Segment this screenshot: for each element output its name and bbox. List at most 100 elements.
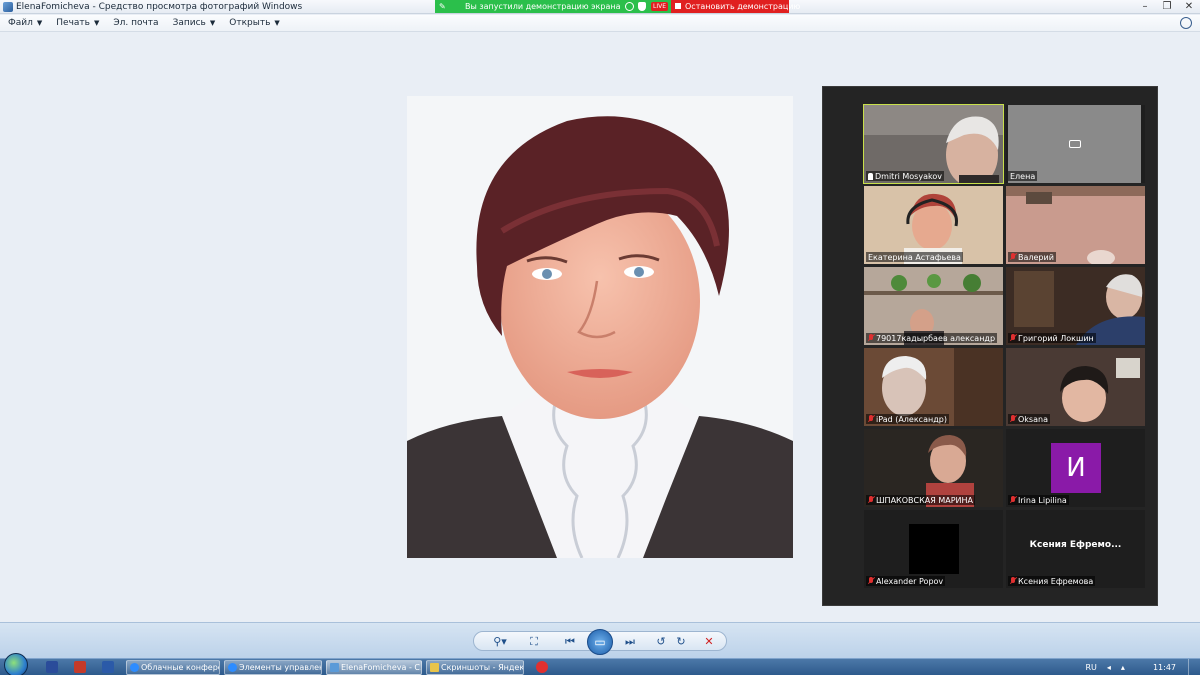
photo-viewer-icon <box>3 2 13 12</box>
participant-name-text: Oksana <box>1018 414 1048 424</box>
video-tile[interactable]: iPad (Александр) <box>864 348 1003 426</box>
video-tile[interactable]: Dmitri Mosyakov <box>863 104 1004 184</box>
clock[interactable]: 11:47 <box>1153 663 1176 672</box>
yandex-browser-icon[interactable] <box>536 661 548 673</box>
video-tile[interactable]: Екатерина Астафьева <box>864 186 1003 264</box>
portrait-image <box>407 96 793 558</box>
participant-name: Григорий Локшин <box>1008 333 1096 343</box>
taskbar-item[interactable]: Облачные конфере... <box>126 660 220 675</box>
network-icon[interactable]: ▴ <box>1121 663 1125 672</box>
menu-print[interactable]: Печать ▼ <box>56 18 99 28</box>
maximize-button[interactable]: ❐ <box>1160 1 1174 13</box>
video-tile[interactable]: Ксения Ефремо... Ксения Ефремова <box>1006 510 1145 588</box>
stop-share-label: Остановить демонстрацию <box>685 2 801 11</box>
pin-icon[interactable]: ✎ <box>439 0 446 13</box>
next-button[interactable]: ⏭ <box>622 634 638 650</box>
mic-off-icon <box>1010 577 1016 585</box>
video-tile[interactable]: Елена <box>1006 105 1145 183</box>
participant-name-text: Alexander Popov <box>876 576 944 586</box>
share-message: Вы запустили демонстрацию экрана <box>465 2 621 11</box>
app-icon[interactable] <box>74 661 86 673</box>
video-tile[interactable]: Валерий <box>1006 186 1145 264</box>
video-tile[interactable]: Oksana <box>1006 348 1145 426</box>
participant-display-name: Ксения Ефремо... <box>1029 540 1122 550</box>
taskbar-item[interactable]: Скриншоты - Яндек... <box>426 660 524 675</box>
video-tile[interactable]: И Irina Lipilina <box>1006 429 1145 507</box>
zoom-icon <box>130 663 139 672</box>
participant-name: Alexander Popov <box>866 576 946 586</box>
participant-name: Елена <box>1008 171 1038 181</box>
mic-off-icon <box>1010 415 1016 423</box>
rotate-right-button[interactable]: ↻ <box>674 634 688 650</box>
window-title: ElenaFomicheva - Средство просмотра фото… <box>16 2 303 12</box>
toolbar-controls: ⚲▾ ⛶ ⏮ ▭ ⏭ ↺ ↻ ✕ <box>473 629 727 655</box>
video-tile[interactable]: ШПАКОВСКАЯ МАРИНА <box>864 429 1003 507</box>
taskbar-item-label: Скриншоты - Яндек... <box>441 663 524 672</box>
shield-icon[interactable] <box>638 2 646 11</box>
security-icon[interactable] <box>625 2 634 11</box>
video-tile[interactable]: Alexander Popov <box>864 510 1003 588</box>
mic-off-icon <box>1010 496 1016 504</box>
chevron-down-icon: ▼ <box>93 19 100 27</box>
participant-name-text: Валерий <box>1018 252 1054 262</box>
participant-name: Екатерина Астафьева <box>866 252 963 262</box>
participant-name: 79017кадырбаев александр <box>866 333 998 343</box>
participant-name-text: iPad (Александр) <box>876 414 947 424</box>
portrait-photo <box>407 96 793 558</box>
start-button[interactable] <box>4 653 28 675</box>
menu-email-label: Эл. почта <box>113 18 159 28</box>
menu-email[interactable]: Эл. почта <box>113 18 158 28</box>
menu-burn[interactable]: Запись ▼ <box>173 18 216 28</box>
video-tile[interactable]: Григорий Локшин <box>1006 267 1145 345</box>
taskbar-item[interactable]: Элементы управлен... <box>224 660 322 675</box>
show-desktop-button[interactable] <box>1188 659 1200 675</box>
system-tray: RU ◂ ▴ 11:47 <box>1085 659 1176 675</box>
viewer-toolbar: ⚲▾ ⛶ ⏮ ▭ ⏭ ↺ ↻ ✕ <box>0 622 1200 658</box>
participant-name-text: 79017кадырбаев александр <box>876 333 996 343</box>
close-button[interactable]: ✕ <box>1182 1 1196 13</box>
chevron-down-icon: ▼ <box>274 19 280 27</box>
camera-off-icon <box>1069 140 1081 148</box>
screen-share-bar: ✎ Вы запустили демонстрацию экрана LIVE … <box>435 0 800 13</box>
participant-name-text: Григорий Локшин <box>1018 333 1094 343</box>
menu-print-label: Печать <box>56 18 90 28</box>
word-icon[interactable] <box>102 661 114 673</box>
participant-name: Oksana <box>1008 414 1050 424</box>
taskbar-item[interactable]: ElenaFomicheva - С... <box>326 660 422 675</box>
zoom-button[interactable]: ⚲▾ <box>488 634 512 650</box>
video-gallery: Dmitri Mosyakov Елена Екатерина Астафьев… <box>822 86 1158 606</box>
participant-name-text: Ксения Ефремова <box>1018 576 1094 586</box>
taskbar-item-label: Элементы управлен... <box>239 663 321 672</box>
language-indicator[interactable]: RU <box>1085 663 1096 672</box>
stop-icon <box>675 3 681 9</box>
menu-file[interactable]: Файл ▼ <box>8 18 42 28</box>
folder-icon <box>430 663 439 672</box>
stop-share-button[interactable]: Остановить демонстрацию <box>671 0 800 13</box>
volume-icon[interactable]: ◂ <box>1107 663 1111 672</box>
video-off-placeholder <box>909 524 959 574</box>
menu-open-label: Открыть <box>229 18 271 28</box>
participant-name: ШПАКОВСКАЯ МАРИНА <box>866 495 976 505</box>
help-icon[interactable] <box>1180 17 1192 29</box>
participant-name: Валерий <box>1008 252 1056 262</box>
taskbar-item-label: ElenaFomicheva - С... <box>341 663 422 672</box>
video-tile[interactable]: 79017кадырбаев александр <box>864 267 1003 345</box>
fit-window-button[interactable]: ⛶ <box>526 634 542 650</box>
participant-name-text: Екатерина Астафьева <box>868 252 961 262</box>
mic-off-icon <box>868 577 874 585</box>
participant-name: Irina Lipilina <box>1008 495 1069 505</box>
participant-name-text: ШПАКОВСКАЯ МАРИНА <box>876 495 974 505</box>
slideshow-button[interactable]: ▭ <box>587 629 613 655</box>
save-icon[interactable] <box>46 661 58 673</box>
menu-bar: Файл ▼ Печать ▼ Эл. почта Запись ▼ Открыть ▼ <box>0 15 1200 32</box>
participant-name-text: Dmitri Mosyakov <box>875 171 942 181</box>
mic-off-icon <box>868 334 874 342</box>
participant-name-text: Irina Lipilina <box>1018 495 1067 505</box>
delete-button[interactable]: ✕ <box>702 634 716 650</box>
previous-button[interactable]: ⏮ <box>562 634 578 650</box>
rotate-left-button[interactable]: ↺ <box>654 634 668 650</box>
mic-off-icon <box>868 415 874 423</box>
photo-viewer-icon <box>330 663 339 672</box>
minimize-button[interactable]: – <box>1138 1 1152 13</box>
menu-open[interactable]: Открыть ▼ <box>229 18 280 28</box>
